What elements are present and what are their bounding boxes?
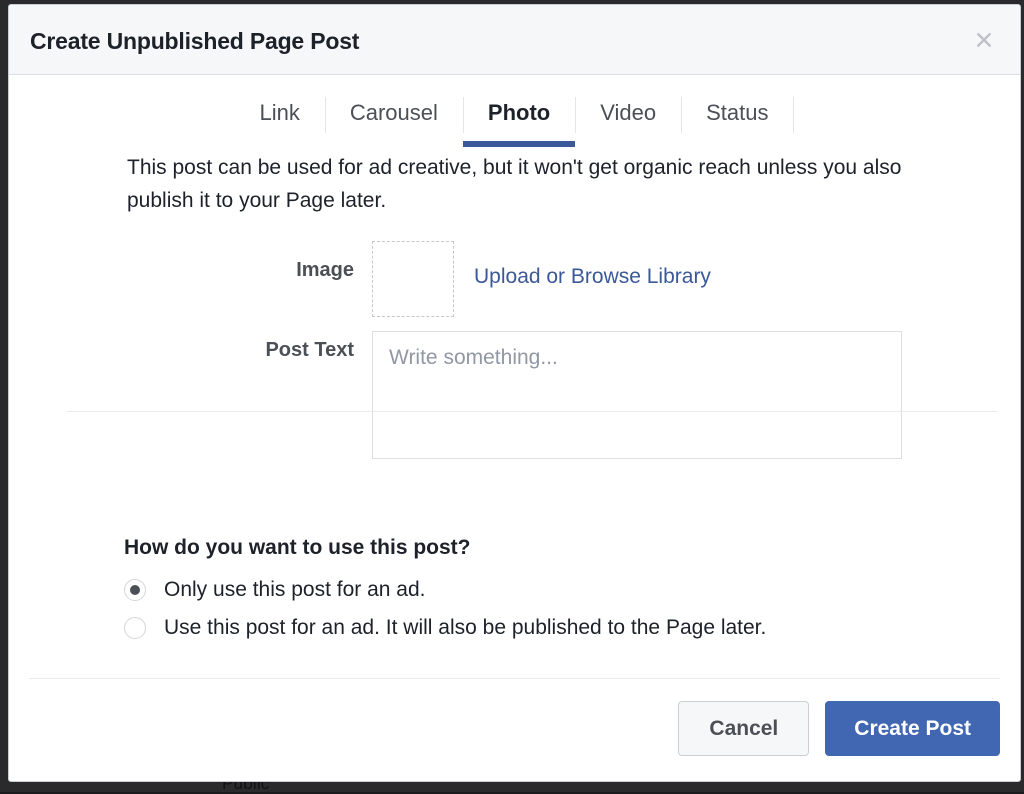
radio-option-ad-and-page[interactable]: Use this post for an ad. It will also be… [124,616,990,640]
tab-link[interactable]: Link [235,97,325,129]
image-field-row: Image Upload or Browse Library [127,241,990,317]
tab-video-label: Video [600,100,656,125]
tab-status-label: Status [706,100,768,125]
dialog-footer: Cancel Create Post [29,678,1000,781]
image-dropzone[interactable] [372,241,454,317]
post-text-label: Post Text [127,331,372,362]
dialog-title: Create Unpublished Page Post [30,28,359,55]
tab-bar: Link Carousel Photo Video Status [9,75,1020,151]
tab-bar-endcap [793,97,794,133]
section-divider [66,411,998,412]
radio-option-ad-only[interactable]: Only use this post for an ad. [124,578,990,602]
tab-link-label: Link [260,100,300,125]
upload-or-browse-library-link[interactable]: Upload or Browse Library [474,241,711,289]
tab-status[interactable]: Status [681,97,793,129]
create-post-button[interactable]: Create Post [825,701,1000,756]
dialog-header: Create Unpublished Page Post ✕ [9,5,1020,75]
cancel-button[interactable]: Cancel [678,701,809,756]
radio-option-ad-only-label: Only use this post for an ad. [164,578,425,602]
usage-section: How do you want to use this post? Only u… [124,536,990,640]
radio-icon-unselected[interactable] [124,617,146,639]
usage-question: How do you want to use this post? [124,536,990,560]
create-unpublished-page-post-dialog: Create Unpublished Page Post ✕ Link Caro… [8,4,1021,782]
tab-photo[interactable]: Photo [463,97,575,129]
post-text-field-row: Post Text [127,331,990,459]
radio-icon-selected[interactable] [124,579,146,601]
tab-video[interactable]: Video [575,97,681,129]
dialog-body: This post can be used for ad creative, b… [9,151,1020,640]
post-text-input[interactable] [372,331,902,459]
footer-button-group: Cancel Create Post [678,701,1000,756]
radio-option-ad-and-page-label: Use this post for an ad. It will also be… [164,616,766,640]
image-label: Image [127,241,372,282]
close-icon[interactable]: ✕ [968,25,1000,57]
tab-photo-label: Photo [488,100,550,125]
intro-description: This post can be used for ad creative, b… [127,151,927,217]
tab-carousel[interactable]: Carousel [325,97,463,129]
tab-carousel-label: Carousel [350,100,438,125]
